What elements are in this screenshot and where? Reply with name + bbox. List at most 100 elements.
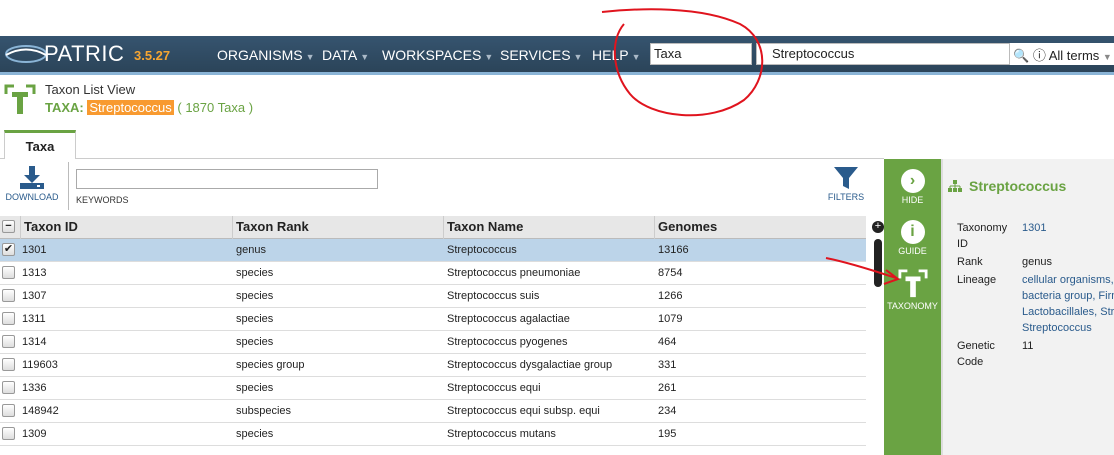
lineage-line[interactable]: Lactobacillales, Str: [1022, 304, 1114, 320]
chevron-down-icon: ▼: [573, 52, 583, 62]
add-column-icon[interactable]: +: [872, 221, 884, 233]
taxon-name-cell: Streptococcus pneumoniae: [447, 267, 581, 279]
tab-taxa[interactable]: Taxa: [4, 130, 76, 159]
chevron-right-icon: ›: [900, 169, 925, 193]
table-row[interactable]: 1307 species Streptococcus suis 1266: [0, 285, 866, 308]
taxon-id-cell: 1314: [22, 336, 47, 348]
taxonomy-label: TAXONOMY: [887, 301, 938, 311]
row-checkbox[interactable]: [2, 358, 15, 371]
column-header-taxon-rank[interactable]: Taxon Rank: [232, 216, 446, 239]
nav-data[interactable]: DATA ▼: [322, 47, 369, 63]
hierarchy-icon: [948, 180, 962, 192]
row-checkbox[interactable]: [2, 335, 15, 348]
table-row[interactable]: 1336 species Streptococcus equi 261: [0, 377, 866, 400]
toolbar-divider: [68, 162, 69, 210]
download-label: DOWNLOAD: [5, 192, 59, 202]
table-row[interactable]: 119603 species group Streptococcus dysgala…: [0, 354, 866, 377]
nav-workspaces[interactable]: WORKSPACES ▼: [382, 47, 493, 63]
taxon-rank-cell: species: [236, 290, 274, 302]
scrollbar-thumb[interactable]: [874, 239, 882, 287]
column-header-taxon-id[interactable]: Taxon ID: [20, 216, 234, 239]
taxon-id-cell: 1336: [22, 382, 47, 394]
taxon-id-cell: 1301: [22, 244, 47, 256]
taxon-id-cell: 119603: [22, 359, 58, 371]
taxon-name-cell: Streptococcus suis: [447, 290, 540, 302]
tab-divider: [0, 158, 884, 159]
taxon-rank-cell: species group: [236, 359, 305, 371]
nav-services-label: SERVICES: [500, 47, 571, 63]
row-checkbox[interactable]: [2, 312, 15, 325]
chevron-down-icon: ▼: [305, 52, 315, 62]
keywords-input[interactable]: [76, 169, 378, 189]
grid-header-row: − Taxon ID Taxon Rank Taxon Name Genomes: [0, 216, 866, 239]
taxon-rank-cell: species: [236, 382, 274, 394]
table-row[interactable]: 148942 subspecies Streptococcus equi subsp…: [0, 400, 866, 423]
taxon-name-cell: Streptococcus dysgalactiae group: [447, 359, 613, 371]
taxon-rank-cell: species: [236, 428, 274, 440]
genetic-code-value: 11: [1022, 340, 1034, 352]
guide-button[interactable]: i GUIDE: [884, 220, 941, 256]
taxonomy-button[interactable]: TAXONOMY: [884, 269, 941, 311]
table-row[interactable]: 1314 species Streptococcus pyogenes 464: [0, 331, 866, 354]
genomes-cell: 8754: [658, 267, 683, 279]
search-type-select[interactable]: Taxa: [650, 43, 752, 65]
taxon-id-cell: 148942: [22, 405, 59, 417]
rank-value: genus: [1022, 256, 1052, 268]
nav-help[interactable]: HELP ▼: [592, 47, 641, 63]
taxon-name-cell: Streptococcus equi subsp. equi: [447, 405, 600, 417]
row-checkbox[interactable]: [2, 381, 15, 394]
search-input[interactable]: Streptococcus: [756, 43, 1010, 65]
table-row[interactable]: 1309 species Streptococcus mutans 195: [0, 423, 866, 446]
chevron-down-icon: ▼: [631, 52, 641, 62]
top-navbar: PATRIC 3.5.27 ORGANISMS ▼ DATA ▼ WORKSPACE…: [0, 36, 1114, 75]
search-terms-label[interactable]: All terms: [1049, 48, 1100, 63]
info-icon: i: [900, 220, 925, 244]
nav-workspaces-label: WORKSPACES: [382, 47, 482, 63]
column-header-genomes[interactable]: Genomes: [654, 216, 868, 239]
taxon-id-cell: 1309: [22, 428, 47, 440]
filters-label: FILTERS: [827, 192, 865, 202]
taxa-count: ( 1870 Taxa ): [177, 100, 254, 115]
nav-organisms[interactable]: ORGANISMS ▼: [217, 47, 315, 63]
row-checkbox[interactable]: ✔: [2, 243, 15, 256]
taxon-id-cell: 1313: [22, 267, 47, 279]
taxonomy-id-value[interactable]: 1301: [1022, 220, 1046, 236]
taxon-name-cell: Streptococcus mutans: [447, 428, 556, 440]
chevron-down-icon[interactable]: ▼: [1103, 52, 1112, 62]
search-icon[interactable]: 🔍: [1013, 48, 1029, 63]
table-row[interactable]: 1313 species Streptococcus pneumoniae 8754: [0, 262, 866, 285]
table-row[interactable]: 1311 species Streptococcus agalactiae 1079: [0, 308, 866, 331]
column-header-taxon-name[interactable]: Taxon Name: [443, 216, 657, 239]
lineage-line[interactable]: cellular organisms,: [1022, 272, 1114, 288]
taxon-name-cell: Streptococcus: [447, 244, 517, 256]
lineage-line[interactable]: Streptococcus: [1022, 320, 1092, 336]
panel-title: Streptococcus: [969, 178, 1067, 194]
nav-organisms-label: ORGANISMS: [217, 47, 303, 63]
row-checkbox[interactable]: [2, 289, 15, 302]
rank-label: Rank: [957, 256, 983, 268]
page-title: Taxon List View: [45, 82, 136, 97]
taxonomy-id-label: Taxonomy ID: [957, 222, 1008, 250]
genomes-cell: 331: [658, 359, 677, 371]
search-options[interactable]: 🔍 ⓘ All terms ▼: [1010, 43, 1114, 65]
nav-help-label: HELP: [592, 47, 629, 63]
table-row[interactable]: ✔ 1301 genus Streptococcus 13166: [0, 239, 866, 262]
nav-services[interactable]: SERVICES ▼: [500, 47, 582, 63]
taxon-view-icon: [4, 84, 36, 114]
download-button[interactable]: DOWNLOAD: [4, 166, 60, 206]
row-checkbox[interactable]: [2, 427, 15, 440]
patric-logo-text[interactable]: PATRIC: [44, 41, 124, 67]
hide-label: HIDE: [901, 195, 924, 205]
download-icon: [20, 166, 44, 189]
taxon-rank-cell: species: [236, 267, 274, 279]
help-icon[interactable]: ⓘ: [1033, 48, 1046, 63]
row-checkbox[interactable]: [2, 404, 15, 417]
filters-button[interactable]: FILTERS: [826, 166, 866, 206]
taxon-rank-cell: genus: [236, 244, 266, 256]
side-toolbar: › HIDE i GUIDE TAXONOMY: [884, 159, 941, 455]
row-checkbox[interactable]: [2, 266, 15, 279]
lineage-line[interactable]: bacteria group, Firm: [1022, 288, 1114, 304]
hide-button[interactable]: › HIDE: [884, 169, 941, 205]
select-all-checkbox[interactable]: −: [2, 220, 15, 233]
taxon-rank-cell: subspecies: [236, 405, 292, 417]
